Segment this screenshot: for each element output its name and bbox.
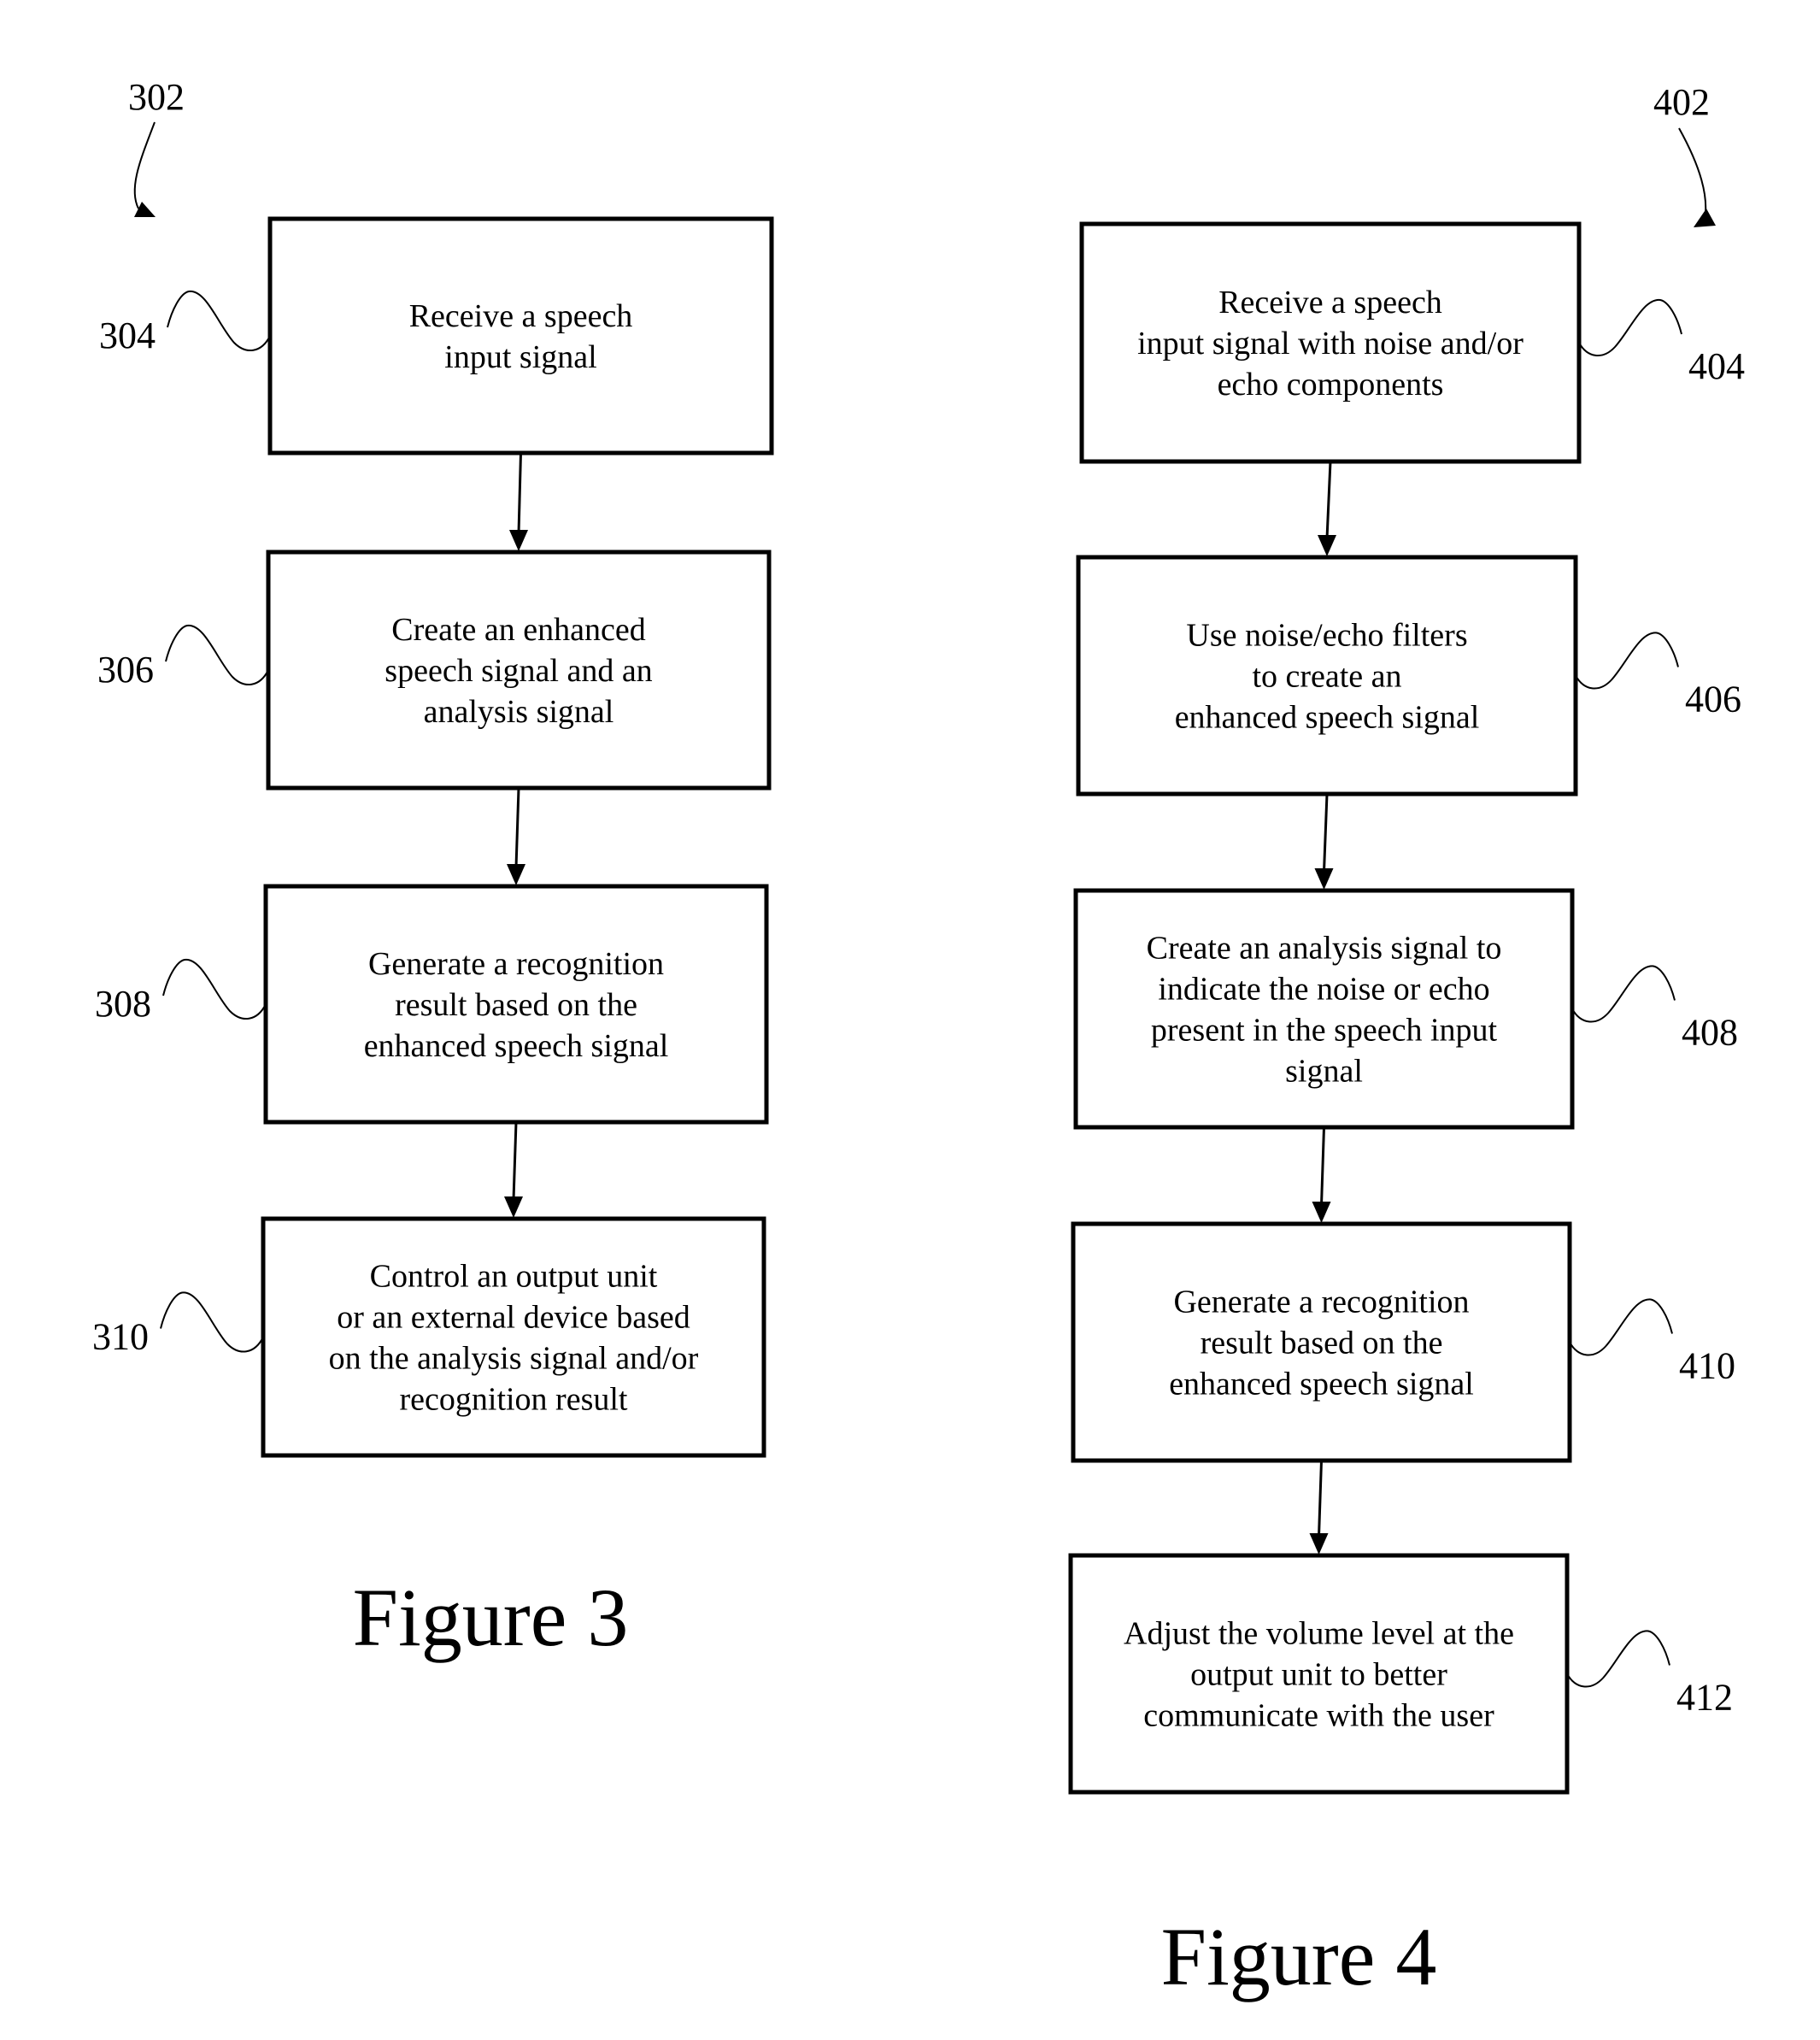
arrow-down-icon: [1314, 868, 1334, 890]
step-reference-numeral: 408: [1682, 1012, 1738, 1054]
step-box: [1073, 888, 1575, 1130]
flowchart-step-406: Use noise/echo filters to create an enhanc…: [1076, 555, 1741, 797]
step-box: [261, 1216, 766, 1458]
figure-3-title: Figure 3: [353, 1572, 629, 1663]
step-reference-numeral: 304: [99, 315, 156, 356]
flow-connector: [1309, 1460, 1329, 1555]
figure-4-flowchart: 402 Figure 4 Receive a speech input signa…: [1068, 81, 1745, 2002]
flow-connector: [504, 1121, 523, 1218]
figure-3-reference-label: 302: [128, 76, 185, 118]
arrow-down-icon: [504, 1196, 523, 1218]
connector-line: [512, 1121, 518, 1201]
step-text-line: on the analysis signal and/or: [329, 1341, 699, 1377]
arrow-down-icon: [1309, 1533, 1329, 1555]
step-text-line: input signal with noise and/or: [1137, 326, 1524, 362]
step-text-line: signal: [1285, 1054, 1363, 1090]
patent-drawing-sheet: 302 Figure 3 Receive a speech input signa…: [92, 76, 1745, 2002]
connector-line: [1318, 1460, 1323, 1537]
step-text-line: present in the speech input: [1151, 1013, 1498, 1049]
step-text-line: or an external device based: [337, 1300, 690, 1336]
step-text-line: enhanced speech signal: [1169, 1367, 1474, 1402]
step-text-line: Generate a recognition: [1173, 1285, 1469, 1320]
step-text-line: output unit to better: [1190, 1657, 1447, 1693]
step-text-line: input signal: [444, 339, 596, 375]
step-text-line: speech signal and an: [385, 653, 652, 689]
step-text-line: result based on the: [395, 987, 637, 1023]
flow-connector: [1312, 1126, 1331, 1223]
figure-4-title: Figure 4: [1161, 1911, 1437, 2002]
figure-3-flowchart: 302 Figure 3 Receive a speech input signa…: [92, 76, 774, 1663]
flowchart-step-310: Control an output unit or an external dev…: [92, 1216, 766, 1458]
step-text-line: to create an: [1252, 659, 1401, 695]
step-text-line: indicate the noise or echo: [1158, 972, 1489, 1008]
connector-line: [514, 787, 520, 868]
reference-leader-line: [1578, 298, 1682, 356]
step-text-line: recognition result: [400, 1382, 628, 1418]
flowchart-step-304: Receive a speech input signal 304: [99, 216, 774, 456]
step-text-line: Adjust the volume level at the: [1124, 1616, 1514, 1652]
figure-4-reference-arrowhead-icon: [1694, 209, 1716, 227]
arrow-down-icon: [507, 864, 525, 885]
flow-connector: [1318, 461, 1336, 556]
reference-leader-line: [1569, 1298, 1673, 1356]
reference-leader-line: [167, 290, 271, 351]
step-reference-numeral: 404: [1688, 345, 1745, 387]
step-text-line: analysis signal: [424, 694, 614, 730]
reference-leader-line: [1566, 1630, 1670, 1688]
flowchart-step-408: Create an analysis signal to indicate the…: [1073, 888, 1738, 1130]
reference-leader-line: [1571, 965, 1676, 1023]
step-text-line: Create an enhanced: [391, 612, 646, 648]
connector-line: [517, 452, 522, 534]
step-reference-numeral: 412: [1676, 1677, 1733, 1719]
step-text-line: result based on the: [1201, 1326, 1443, 1361]
flowchart-step-306: Create an enhanced speech signal and an an…: [97, 550, 772, 791]
step-text-line: Generate a recognition: [368, 946, 664, 982]
step-text-line: echo components: [1218, 367, 1444, 403]
step-text-line: enhanced speech signal: [1175, 700, 1480, 736]
arrow-down-icon: [509, 530, 528, 551]
step-text-line: Receive a speech: [1218, 285, 1442, 320]
step-text-line: Control an output unit: [370, 1259, 658, 1295]
step-reference-numeral: 310: [92, 1316, 149, 1358]
reference-leader-line: [160, 1291, 264, 1353]
reference-leader-line: [162, 958, 267, 1020]
step-reference-numeral: 308: [95, 983, 151, 1025]
connector-line: [1325, 461, 1332, 539]
flowchart-step-410: Generate a recognition result based on th…: [1071, 1221, 1735, 1463]
figure-4-reference-arrow: [1678, 127, 1707, 221]
step-text-line: Receive a speech: [409, 298, 633, 334]
figure-3-reference-arrow: [133, 121, 156, 209]
flowchart-step-412: Adjust the volume level at the output uni…: [1068, 1553, 1733, 1795]
flowchart-step-404: Receive a speech input signal with noise …: [1079, 221, 1745, 464]
step-reference-numeral: 306: [97, 649, 154, 691]
reference-leader-line: [165, 624, 269, 685]
arrow-down-icon: [1312, 1202, 1331, 1223]
step-text-line: enhanced speech signal: [364, 1028, 669, 1064]
figure-4-reference-label: 402: [1653, 81, 1710, 123]
step-reference-numeral: 406: [1685, 679, 1741, 720]
step-text-line: Use noise/echo filters: [1186, 618, 1467, 654]
flow-connector: [1314, 793, 1334, 890]
reference-leader-line: [1575, 632, 1679, 690]
connector-line: [1323, 793, 1329, 873]
step-reference-numeral: 410: [1679, 1345, 1735, 1387]
step-text-line: Create an analysis signal to: [1147, 931, 1502, 967]
connector-line: [1320, 1126, 1325, 1206]
flowchart-step-308: Generate a recognition result based on th…: [95, 884, 769, 1125]
step-text-line: communicate with the user: [1143, 1698, 1494, 1734]
arrow-down-icon: [1318, 535, 1336, 556]
flow-connector: [509, 452, 528, 551]
flow-connector: [507, 787, 525, 885]
step-box: [267, 216, 774, 456]
